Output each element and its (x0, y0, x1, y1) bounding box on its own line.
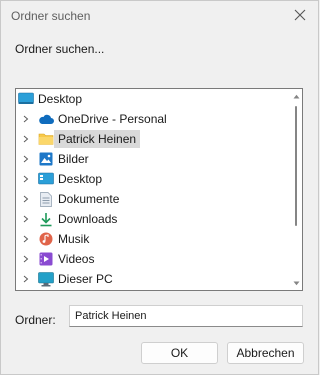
tree-item-bilder[interactable]: Bilder (18, 149, 93, 169)
folder-field-label: Ordner: (15, 313, 56, 327)
close-icon (294, 9, 306, 24)
folder-browse-dialog: Ordner suchen Ordner suchen... Desktop O… (0, 0, 319, 375)
expand-chevron-icon[interactable] (21, 249, 31, 269)
tree-item-label: Desktop (58, 172, 103, 186)
expand-chevron-icon[interactable] (21, 129, 31, 149)
tree-item-label: OneDrive - Personal (58, 112, 167, 126)
dialog-prompt: Ordner suchen... (15, 42, 105, 56)
desktop-icon (18, 91, 34, 107)
expand-chevron-icon[interactable] (21, 109, 31, 129)
tree-item-label: Videos (58, 252, 95, 266)
scroll-up-arrow-icon[interactable] (292, 92, 300, 100)
tree-item-downloads[interactable]: Downloads (18, 209, 121, 229)
tree-item-label: Bilder (58, 152, 89, 166)
tree-item-desktop[interactable]: Desktop (18, 169, 106, 189)
expand-chevron-icon[interactable] (21, 209, 31, 229)
tree-item-videos[interactable]: Videos (18, 249, 98, 269)
tree-item-label: Musik (58, 232, 90, 246)
dialog-title: Ordner suchen (11, 9, 91, 23)
music-icon (38, 231, 54, 247)
scroll-thumb[interactable] (295, 106, 297, 226)
cancel-button[interactable]: Abbrechen (227, 342, 304, 364)
tree-scrollbar[interactable] (291, 90, 301, 289)
download-icon (38, 211, 54, 227)
tree-item-patrick-heinen[interactable]: Patrick Heinen (18, 129, 141, 149)
folder-tree[interactable]: Desktop OneDrive - Personal Patrick Hein… (15, 88, 303, 291)
tree-item-label: Dieser PC (58, 272, 113, 286)
tree-item-label: Downloads (58, 212, 118, 226)
expand-chevron-icon[interactable] (21, 149, 31, 169)
folder-icon (38, 131, 54, 147)
cloud-icon (38, 111, 54, 127)
expand-chevron-icon[interactable] (21, 189, 31, 209)
ok-button[interactable]: OK (141, 342, 218, 364)
tree-item-label: Dokumente (58, 192, 120, 206)
desktop-icon (38, 171, 54, 187)
tree-item-label: Patrick Heinen (54, 130, 141, 148)
tree-root-desktop[interactable]: Desktop (18, 89, 86, 109)
tree-item-musik[interactable]: Musik (18, 229, 93, 249)
expand-chevron-icon[interactable] (21, 169, 31, 189)
title-bar: Ordner suchen (1, 1, 318, 31)
tree-item-dokumente[interactable]: Dokumente (18, 189, 123, 209)
tree-item-onedrive[interactable]: OneDrive - Personal (18, 109, 171, 129)
computer-icon (38, 271, 54, 287)
folder-name-input[interactable] (69, 305, 303, 327)
scroll-down-arrow-icon[interactable] (292, 279, 300, 287)
tree-item-dieser-pc[interactable]: Dieser PC (18, 269, 117, 289)
documents-icon (38, 191, 54, 207)
expand-chevron-icon[interactable] (21, 229, 31, 249)
pictures-icon (38, 151, 54, 167)
expand-chevron-icon[interactable] (21, 269, 31, 289)
tree-root-label: Desktop (38, 92, 83, 106)
close-button[interactable] (286, 3, 314, 29)
videos-icon (38, 251, 54, 267)
